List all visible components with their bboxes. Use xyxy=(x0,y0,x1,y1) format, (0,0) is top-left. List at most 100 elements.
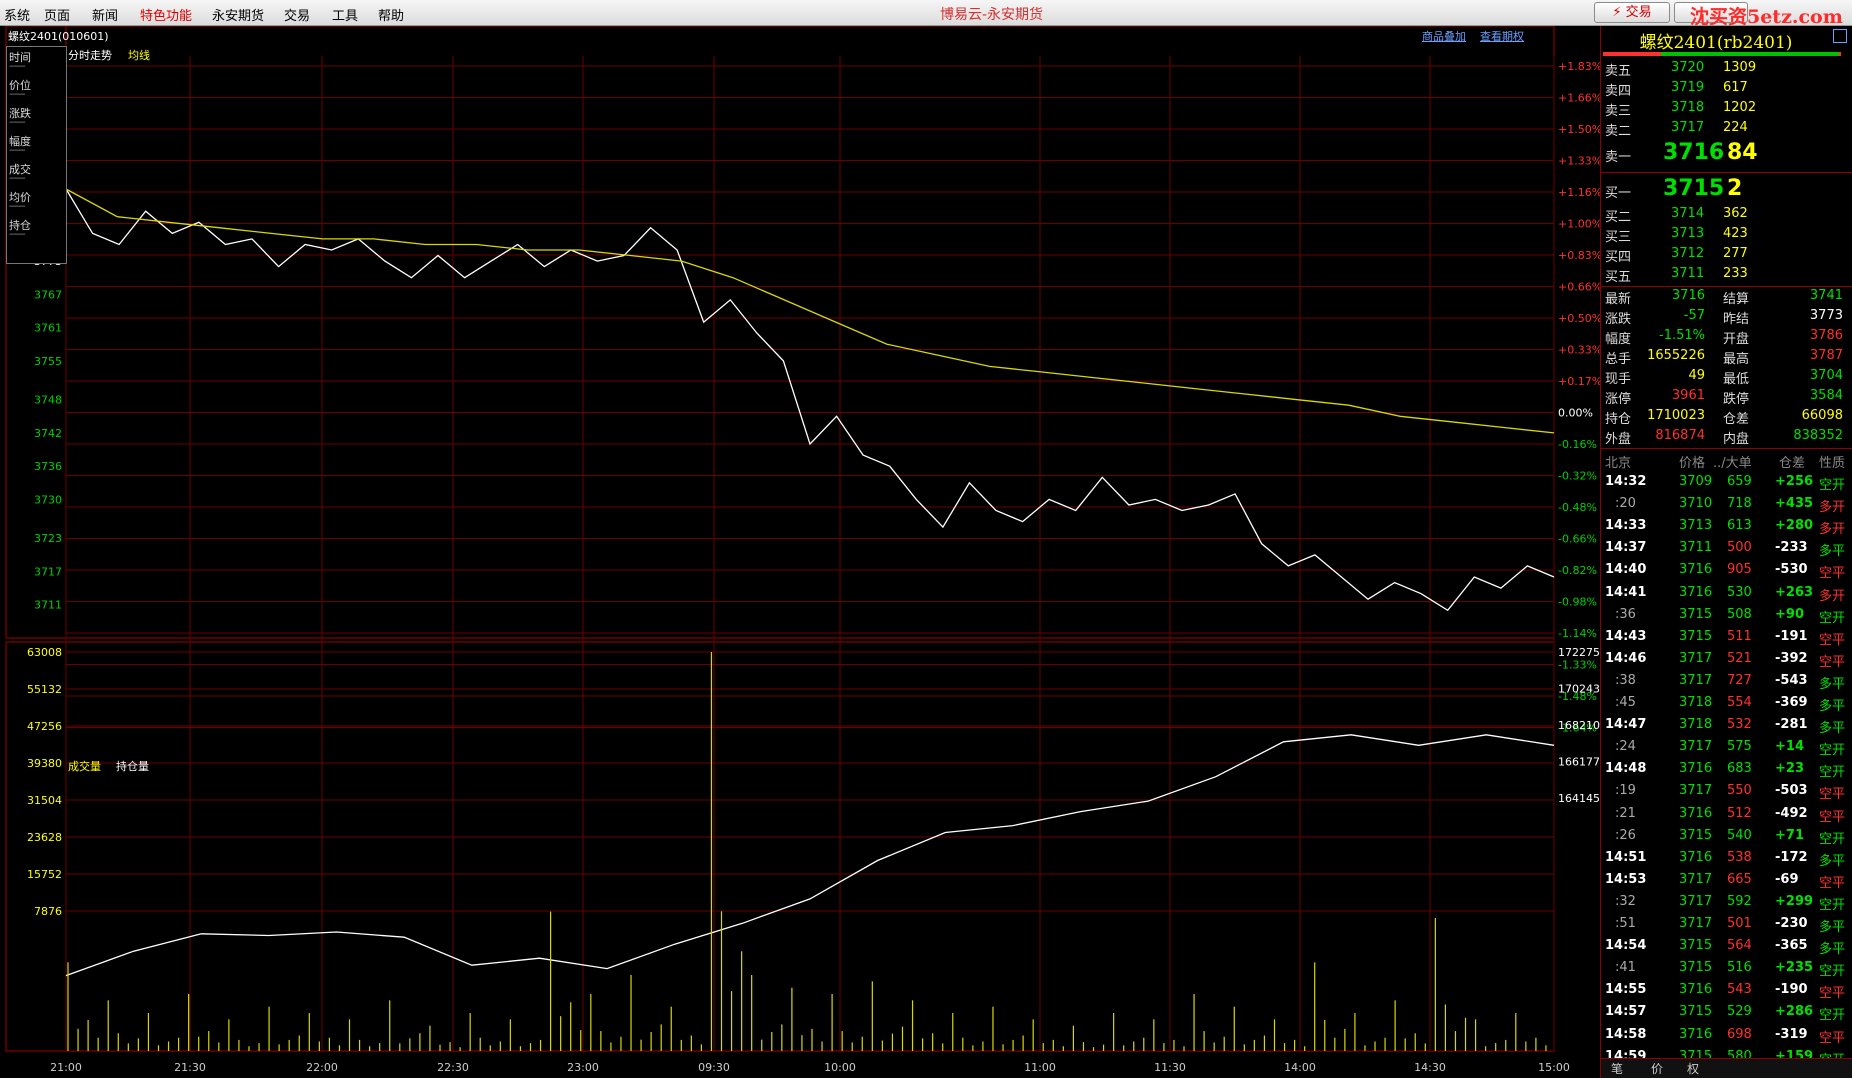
price-tab[interactable]: 分时走势 xyxy=(68,47,112,63)
legend-dash: ------ xyxy=(9,173,26,184)
tick-row: :19 3717 550 -503 空平 xyxy=(1601,781,1852,803)
tick-oi-change: +256 xyxy=(1775,474,1814,489)
overlay-button[interactable]: 商品叠加 xyxy=(1422,28,1466,44)
tick-time: 14:37 xyxy=(1605,540,1647,556)
stat-label: 昨结 xyxy=(1723,312,1750,327)
tab-rights[interactable]: 权 xyxy=(1687,1060,1699,1077)
tick-price: 3716 xyxy=(1679,584,1713,600)
expand-icon[interactable] xyxy=(1833,29,1847,43)
menu-yongan[interactable]: 永安期货 xyxy=(212,5,264,24)
pct-tick-label: +0.83% xyxy=(1558,249,1600,262)
quote-tabs: 笔 价 权 xyxy=(1601,1058,1852,1078)
tick-time: 14:47 xyxy=(1605,717,1647,733)
tick-row: 14:40 3716 905 -530 空平 xyxy=(1601,560,1852,582)
tick-row: 14:43 3715 511 -191 空平 xyxy=(1601,627,1852,649)
bid-price: 3713 xyxy=(1671,226,1705,241)
menu-help[interactable]: 帮助 xyxy=(378,5,404,24)
tick-nature: 空开 xyxy=(1819,610,1846,626)
tick-time: :20 xyxy=(1615,496,1636,512)
tick-volume: 613 xyxy=(1727,518,1752,534)
ask1-row: 卖一 3716 84 xyxy=(1601,140,1852,168)
tick-price: 3716 xyxy=(1679,849,1713,865)
tick-header-cell: 北京 xyxy=(1605,456,1632,471)
tick-oi-change: -319 xyxy=(1775,1026,1808,1042)
volume-tab[interactable]: 成交量 xyxy=(68,758,101,774)
menu-system[interactable]: 系统 xyxy=(4,5,30,24)
volume-tick-label: 63008 xyxy=(27,646,62,659)
tick-price: 3711 xyxy=(1679,540,1713,556)
app-title: 博易云-永安期货 xyxy=(940,7,1044,23)
bid-row: 买五 3711 233 xyxy=(1601,266,1852,286)
volume-tick-label: 31504 xyxy=(27,794,62,807)
volume-frame xyxy=(5,641,1555,1052)
tick-volume: 718 xyxy=(1727,496,1752,512)
price-tick-label: 3717 xyxy=(34,565,62,578)
bid-row: 买三 3713 423 xyxy=(1601,226,1852,246)
tick-oi-change: +280 xyxy=(1775,518,1814,534)
stat-label: 最新 xyxy=(1605,292,1632,307)
pct-tick-label: -0.66% xyxy=(1558,533,1597,546)
bid-volume: 423 xyxy=(1723,226,1748,241)
tick-oi-change: +299 xyxy=(1775,893,1814,909)
tick-volume: 683 xyxy=(1727,761,1752,777)
oi-tab[interactable]: 持仓量 xyxy=(116,758,149,774)
options-button[interactable]: 查看期权 xyxy=(1480,28,1524,44)
stat-label: 外盘 xyxy=(1605,432,1632,447)
stat-row: 涨停 3961 跌停 3584 xyxy=(1601,388,1852,408)
tick-row: 14:51 3716 538 -172 多平 xyxy=(1601,848,1852,870)
symbol-title: 螺纹2401(010601) xyxy=(8,30,109,43)
ask-row: 卖二 3717 224 xyxy=(1601,120,1852,140)
intraday-chart[interactable]: +1.83% +1.66% +1.50% +1.33% +1.16% +1.00% +0.8… xyxy=(0,26,1600,1078)
tick-nature: 空平 xyxy=(1819,986,1846,1002)
menu-news[interactable]: 新闻 xyxy=(92,5,118,24)
tick-nature: 空开 xyxy=(1819,964,1846,980)
tick-oi-change: -69 xyxy=(1775,871,1799,887)
bid-label: 买二 xyxy=(1605,210,1632,225)
tab-price[interactable]: 价 xyxy=(1651,1060,1663,1077)
avg-line xyxy=(65,188,1555,434)
pct-tick-label: +0.50% xyxy=(1558,312,1600,325)
tick-price: 3716 xyxy=(1679,761,1713,777)
tick-row: 14:37 3711 500 -233 多平 xyxy=(1601,538,1852,560)
separator xyxy=(1601,448,1852,449)
tick-nature: 空平 xyxy=(1819,809,1846,825)
tick-header: 北京 价格 ../大单 仓差 性质 xyxy=(1601,450,1852,472)
stat-row: 持仓 1710023 仓差 66098 xyxy=(1601,408,1852,428)
tick-row: 14:46 3717 521 -392 空平 xyxy=(1601,649,1852,671)
volume-tick-label: 15752 xyxy=(27,868,62,881)
stat-value: 3786 xyxy=(1809,328,1843,343)
tab-ticks[interactable]: 笔 xyxy=(1611,1060,1623,1077)
tick-price: 3713 xyxy=(1679,518,1713,534)
oi-tick-label: 1641452 xyxy=(1558,792,1600,805)
menu-tools[interactable]: 工具 xyxy=(332,5,358,24)
tick-price: 3715 xyxy=(1679,827,1713,843)
pct-tick-label: +1.83% xyxy=(1558,60,1600,73)
stat-value: 1710023 xyxy=(1647,408,1705,423)
avg-tab[interactable]: 均线 xyxy=(128,47,150,63)
tick-volume: 512 xyxy=(1727,805,1752,821)
tick-oi-change: -190 xyxy=(1775,982,1808,998)
tick-time: :51 xyxy=(1615,916,1636,931)
pct-tick-label: +1.16% xyxy=(1558,186,1600,199)
tick-nature: 多平 xyxy=(1819,942,1846,958)
tick-time: 14:40 xyxy=(1605,562,1647,578)
chart-axes: +1.83% +1.66% +1.50% +1.33% +1.16% +1.00% +0.8… xyxy=(27,60,1600,1074)
tick-row: :38 3717 727 -543 多平 xyxy=(1601,671,1852,693)
tick-time: :32 xyxy=(1615,893,1636,909)
menu-features[interactable]: 特色功能 xyxy=(140,5,192,24)
trade-button[interactable]: ⚡ 交易 xyxy=(1594,2,1670,23)
bid-volume: 362 xyxy=(1723,206,1748,221)
tick-oi-change: +263 xyxy=(1775,584,1814,600)
watermark: 沈买资5etz.com xyxy=(1690,6,1843,28)
bid-volume: 233 xyxy=(1723,266,1748,281)
stat-value: 3716 xyxy=(1671,288,1705,303)
menu-trade[interactable]: 交易 xyxy=(284,5,310,24)
tick-oi-change: -543 xyxy=(1775,672,1808,688)
pct-tick-label: +1.50% xyxy=(1558,123,1600,136)
tick-row: 14:58 3716 698 -319 空平 xyxy=(1601,1025,1852,1047)
stat-label: 内盘 xyxy=(1723,432,1750,447)
tick-row: 14:32 3709 659 +256 空开 xyxy=(1601,472,1852,494)
tick-header-cell: 仓差 xyxy=(1779,456,1806,471)
legend-box: 时间 ------ 价位 ------ 涨跌 ------ 幅度 ------ … xyxy=(6,46,67,264)
menu-page[interactable]: 页面 xyxy=(44,5,70,24)
